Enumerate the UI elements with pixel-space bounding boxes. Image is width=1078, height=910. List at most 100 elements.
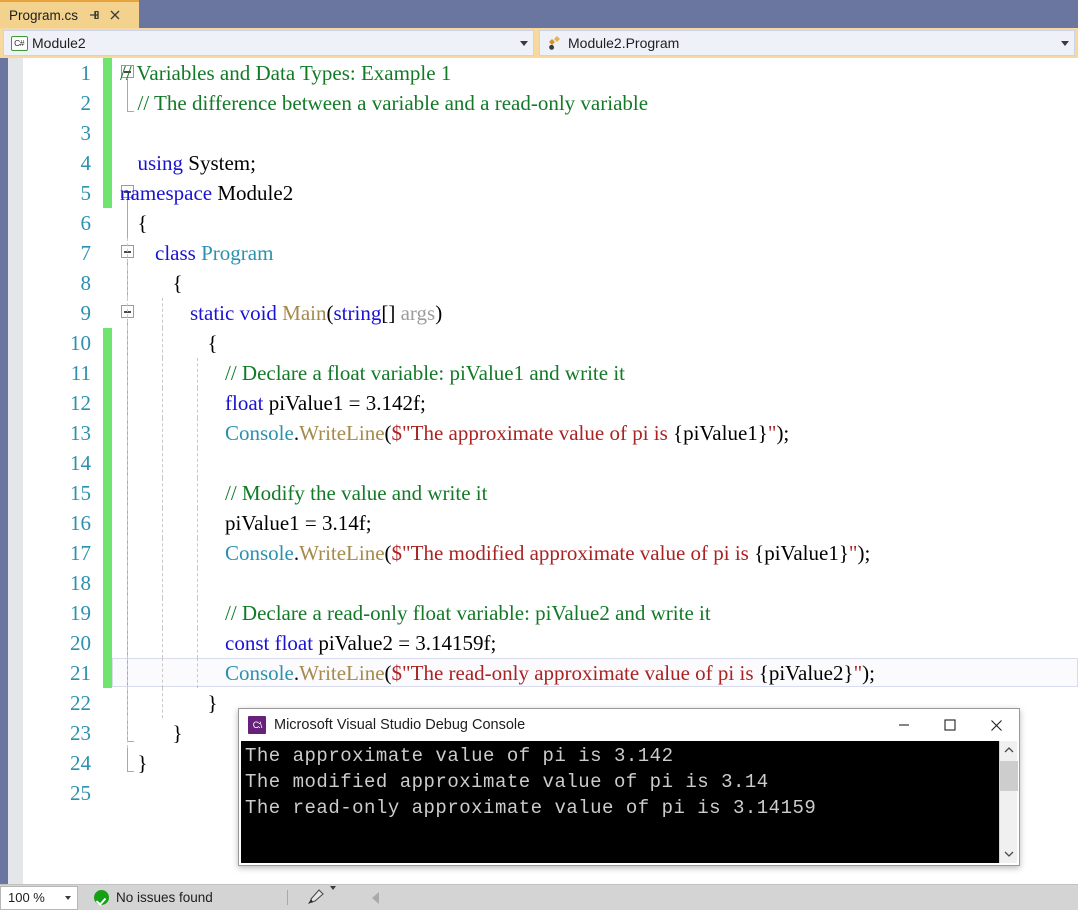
line-number: 20	[70, 631, 91, 655]
code-line[interactable]: 8{	[23, 268, 1078, 298]
outline-margin[interactable]	[118, 568, 140, 598]
code-line[interactable]: 14	[23, 448, 1078, 478]
code-line[interactable]: 20 const float piValue2 = 3.14159f;	[23, 628, 1078, 658]
scroll-up-icon[interactable]	[1000, 741, 1018, 759]
code-token: {piValue1}	[754, 541, 849, 565]
change-bar	[103, 328, 112, 358]
indent-guide	[127, 568, 128, 598]
editor-selection-margin[interactable]	[8, 58, 23, 884]
issues-status[interactable]: No issues found	[94, 890, 213, 905]
indent-guide	[162, 478, 163, 508]
code-text: // The difference between a variable and…	[138, 88, 649, 118]
brush-icon[interactable]	[306, 886, 336, 906]
change-bar	[103, 388, 112, 418]
code-line[interactable]: 21 Console.WriteLine($"The read-only appr…	[23, 658, 1078, 688]
line-number: 10	[70, 331, 91, 355]
outline-margin[interactable]	[118, 598, 140, 628]
chevron-down-icon[interactable]	[329, 886, 336, 905]
minimize-icon[interactable]	[881, 709, 927, 741]
indent-guide	[127, 658, 128, 688]
code-token: $"The modified approximate value of pi i…	[391, 541, 755, 565]
outline-margin[interactable]	[118, 688, 140, 718]
code-line[interactable]: 17 Console.WriteLine($"The modified appro…	[23, 538, 1078, 568]
line-number: 6	[80, 211, 92, 235]
code-line[interactable]: 11 // Declare a float variable: piValue1 …	[23, 358, 1078, 388]
indent-guide	[162, 628, 163, 658]
debug-console-window[interactable]: C:\ Microsoft Visual Studio Debug Consol…	[238, 708, 1020, 866]
maximize-icon[interactable]	[927, 709, 973, 741]
scrollbar-thumb[interactable]	[1000, 761, 1018, 791]
outline-margin[interactable]	[118, 718, 140, 748]
console-scrollbar[interactable]	[999, 741, 1018, 863]
pin-icon[interactable]	[87, 8, 101, 22]
code-line[interactable]: 19 // Declare a read-only float variable:…	[23, 598, 1078, 628]
code-line[interactable]: 3	[23, 118, 1078, 148]
outline-margin[interactable]	[118, 298, 140, 328]
outline-margin[interactable]	[118, 538, 140, 568]
type-dropdown-value: Module2	[32, 35, 86, 51]
outline-margin[interactable]	[118, 508, 140, 538]
change-bar	[103, 238, 112, 268]
indent-guide	[162, 658, 163, 688]
outline-margin[interactable]	[118, 358, 140, 388]
code-line[interactable]: 12 float piValue1 = 3.142f;	[23, 388, 1078, 418]
code-line[interactable]: 9 static void Main(string[] args)	[23, 298, 1078, 328]
csharp-file-icon: C#	[9, 34, 29, 52]
code-text: // Declare a float variable: piValue1 an…	[225, 358, 625, 388]
chevron-down-icon[interactable]	[515, 31, 533, 55]
code-text: Console.WriteLine($"The read-only approx…	[225, 658, 875, 688]
code-token: {piValue2}	[758, 661, 854, 685]
outline-margin[interactable]	[118, 388, 140, 418]
indent-guide	[127, 508, 128, 538]
code-line[interactable]: 10 {	[23, 328, 1078, 358]
code-line[interactable]: 5 namespace Module2	[23, 178, 1078, 208]
outline-margin[interactable]	[118, 118, 140, 148]
code-line[interactable]: 13 Console.WriteLine($"The approximate va…	[23, 418, 1078, 448]
change-bar	[103, 148, 112, 178]
code-line[interactable]: 15 // Modify the value and write it	[23, 478, 1078, 508]
console-title-bar[interactable]: C:\ Microsoft Visual Studio Debug Consol…	[239, 709, 1019, 741]
code-token: Console	[225, 661, 294, 685]
indent-guide	[127, 598, 128, 628]
code-line[interactable]: 4 using System;	[23, 148, 1078, 178]
code-line[interactable]: 6{	[23, 208, 1078, 238]
outline-margin[interactable]	[118, 628, 140, 658]
indent-guide	[162, 448, 163, 478]
indent-guide	[162, 508, 163, 538]
outline-margin[interactable]	[118, 658, 140, 688]
outline-margin[interactable]	[118, 268, 140, 298]
indent-guide	[162, 388, 163, 418]
indent-guide	[162, 358, 163, 388]
member-dropdown[interactable]: Module2.Program	[539, 30, 1075, 56]
scroll-down-icon[interactable]	[1000, 845, 1018, 863]
outline-margin[interactable]	[118, 778, 140, 808]
code-text: {	[173, 268, 183, 298]
code-line[interactable]: 18	[23, 568, 1078, 598]
left-arrow-icon[interactable]	[371, 891, 379, 904]
indent-guide	[197, 358, 198, 388]
outline-margin[interactable]	[118, 418, 140, 448]
outline-margin[interactable]	[118, 448, 140, 478]
chevron-down-icon[interactable]	[59, 895, 77, 900]
code-line[interactable]: 7 class Program	[23, 238, 1078, 268]
code-token: piValue2 = 3.14159f;	[313, 631, 497, 655]
indent-guide	[127, 298, 128, 328]
change-bar	[103, 508, 112, 538]
type-dropdown[interactable]: C# Module2	[3, 30, 534, 56]
code-line[interactable]: 2 // The difference between a variable an…	[23, 88, 1078, 118]
code-text: }	[173, 718, 183, 748]
outline-margin[interactable]	[118, 238, 140, 268]
close-icon[interactable]	[108, 8, 122, 22]
console-output-area[interactable]: The approximate value of pi is 3.142 The…	[241, 741, 1018, 863]
outline-margin[interactable]	[118, 328, 140, 358]
change-bar	[103, 598, 112, 628]
code-line[interactable]: 1 // Variables and Data Types: Example 1	[23, 58, 1078, 88]
change-bar	[103, 538, 112, 568]
code-token: )	[435, 301, 443, 325]
zoom-level-dropdown[interactable]: 100 %	[0, 885, 78, 910]
chevron-down-icon[interactable]	[1056, 31, 1074, 55]
code-line[interactable]: 16 piValue1 = 3.14f;	[23, 508, 1078, 538]
close-icon[interactable]	[973, 709, 1019, 741]
outline-margin[interactable]	[118, 478, 140, 508]
document-tab-program-cs[interactable]: Program.cs	[0, 0, 139, 28]
